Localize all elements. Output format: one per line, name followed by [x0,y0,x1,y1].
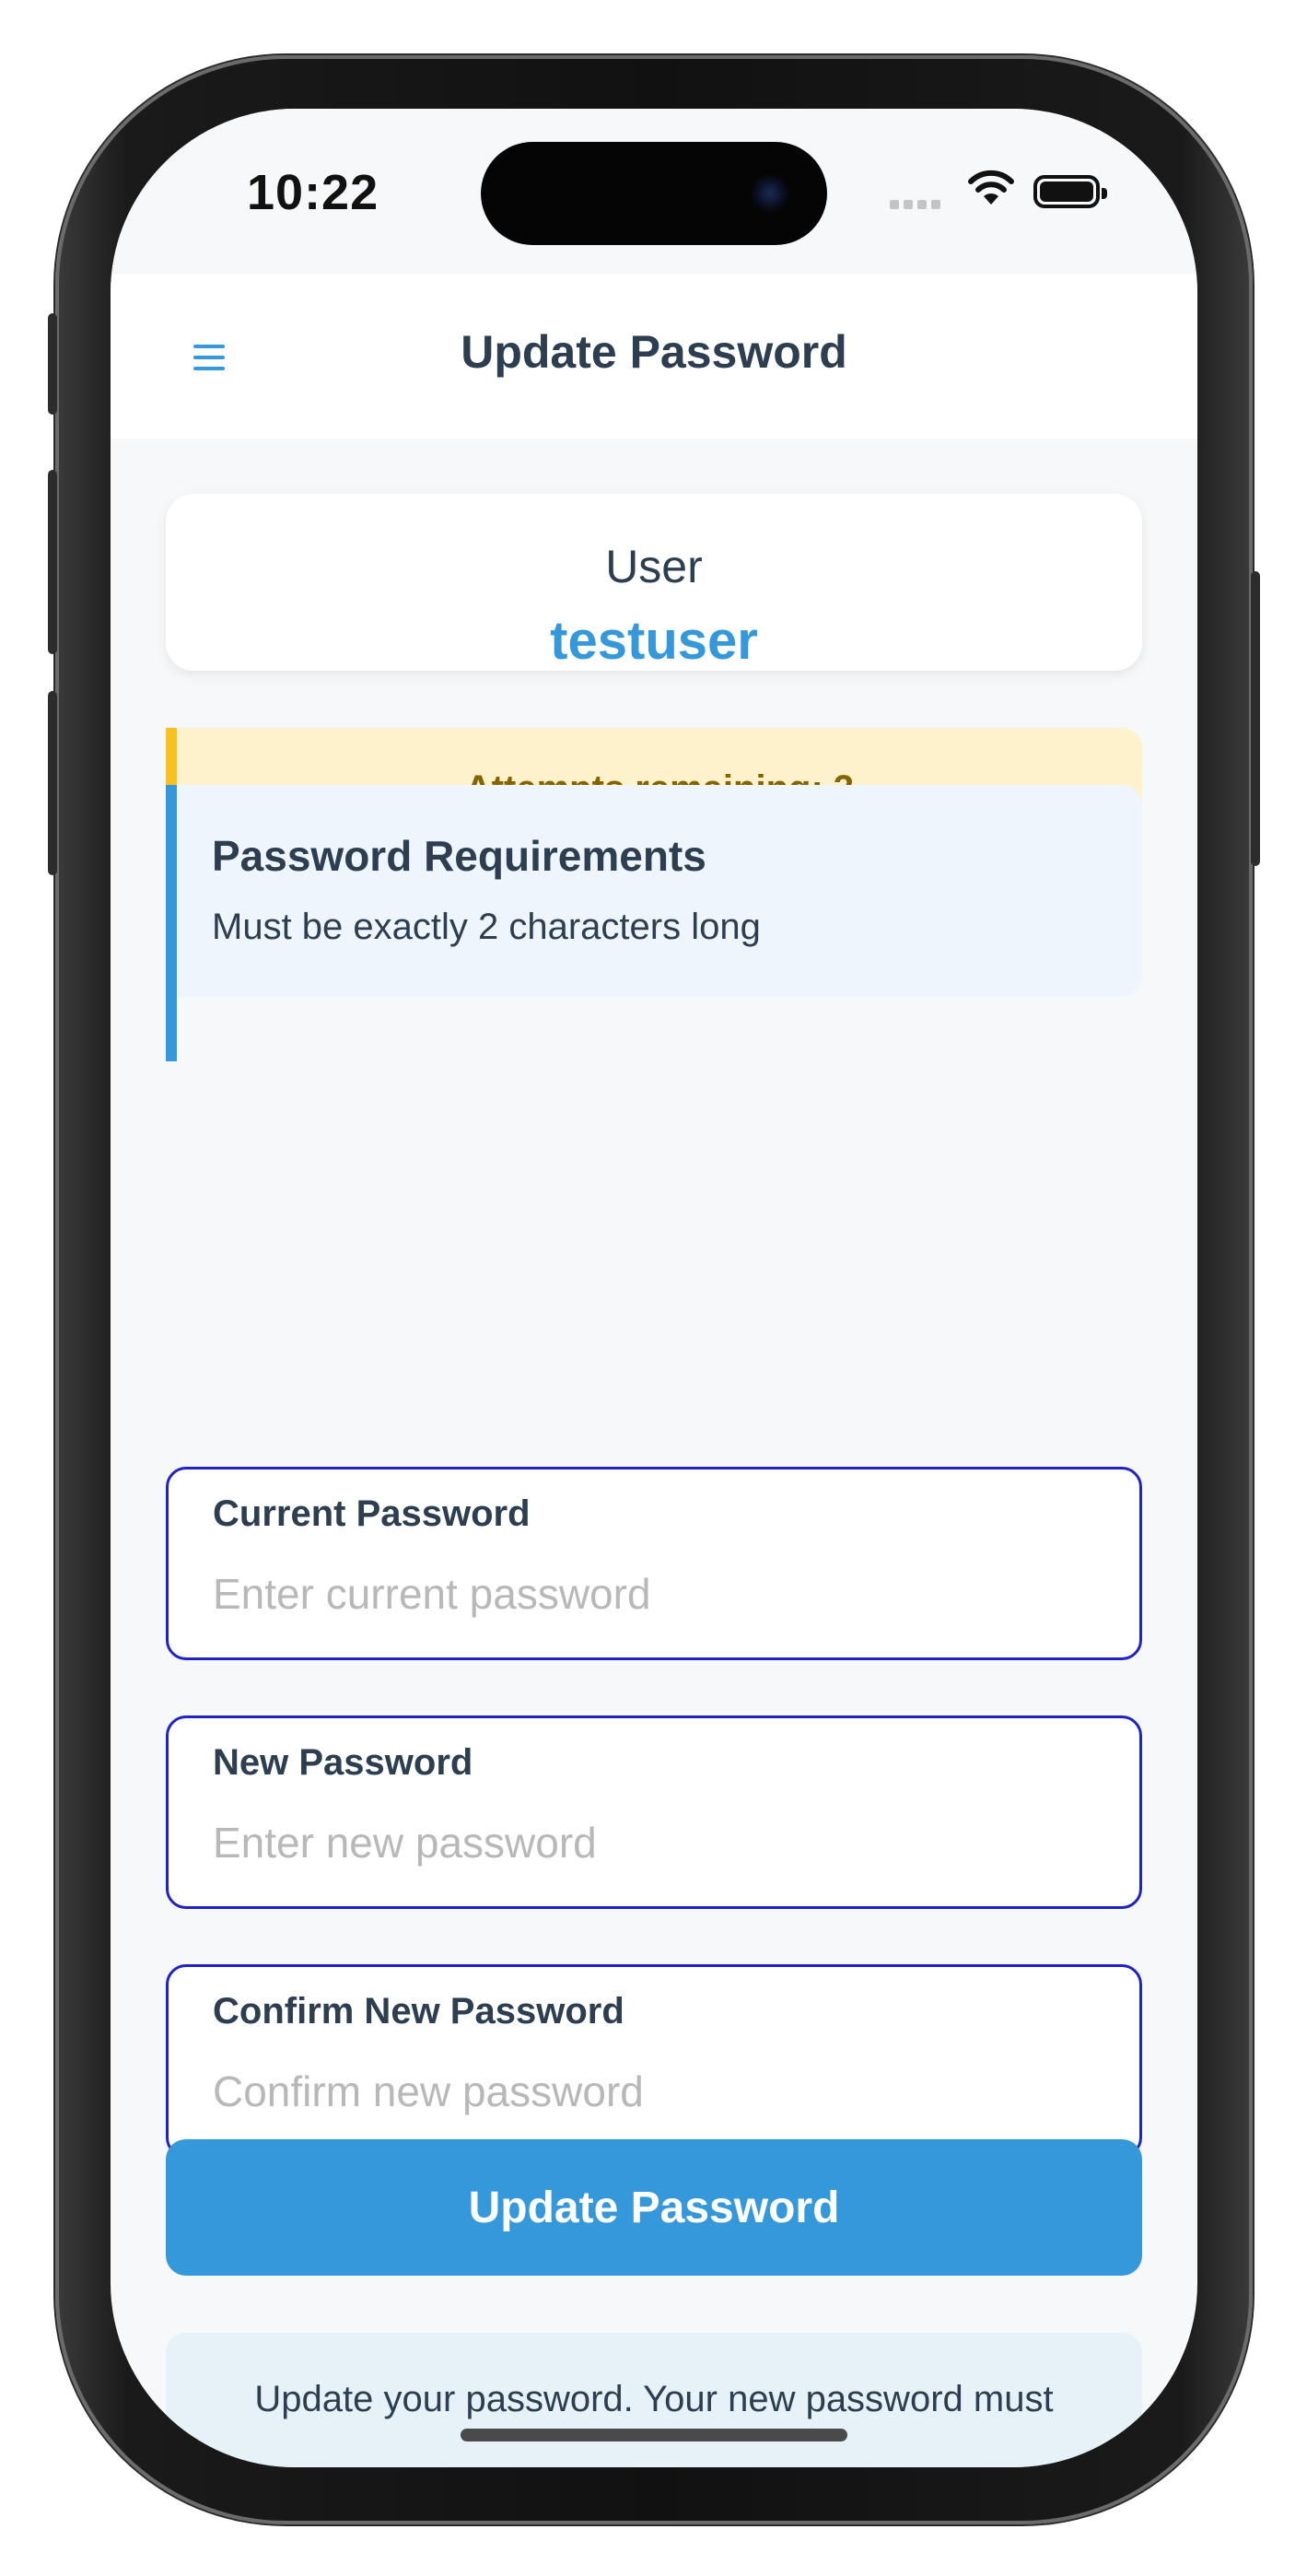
password-requirements: Password Requirements Must be exactly 2 … [177,785,1142,997]
user-label: User [605,541,703,592]
info-box: Update your password. Your new password … [166,2333,1142,2467]
confirm-password-field[interactable]: Confirm New Password [166,1964,1142,2158]
new-password-label: New Password [213,1742,473,1783]
current-password-label: Current Password [213,1493,531,1534]
dynamic-island [481,142,827,245]
confirm-password-input[interactable] [213,2059,1097,2124]
new-password-field[interactable]: New Password [166,1715,1142,1909]
new-password-input[interactable] [213,1810,1097,1875]
user-card: User testuser [166,494,1142,671]
requirements-accent-bar [166,785,177,1061]
current-password-input[interactable] [213,1562,1097,1626]
home-indicator[interactable] [461,2429,847,2441]
confirm-password-label: Confirm New Password [213,1991,624,2032]
page-title: Update Password [461,326,847,378]
username: testuser [550,611,758,671]
battery-icon [1033,175,1107,208]
front-camera-icon [750,173,790,214]
action-button [48,313,57,415]
requirements-text: Must be exactly 2 characters long [212,907,761,947]
wifi-icon [968,170,1014,205]
volume-down-button [48,691,57,875]
info-text: Update your password. Your new password … [254,2379,1054,2419]
app-header: Update Password [111,275,1197,439]
status-bar: 10:22 [111,109,1197,275]
update-password-button[interactable]: Update Password [166,2139,1142,2276]
requirements-title: Password Requirements [212,832,706,880]
power-button [1251,571,1260,866]
current-password-field[interactable]: Current Password [166,1467,1142,1660]
status-time: 10:22 [247,165,379,220]
volume-up-button [48,470,57,654]
cellular-signal-icon [890,197,945,214]
app-screen: 10:22 Update Password User testuser Atte… [111,109,1197,2467]
